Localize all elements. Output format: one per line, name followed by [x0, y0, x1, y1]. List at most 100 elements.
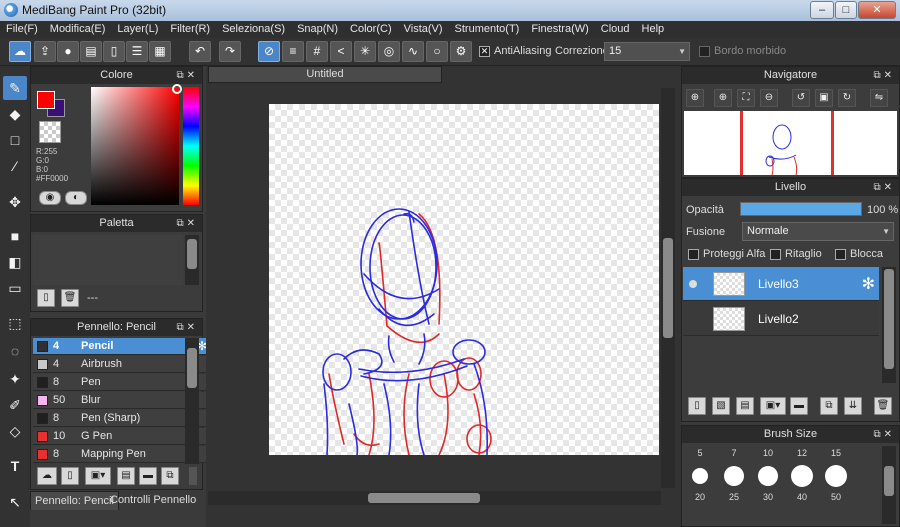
new-brush-icon[interactable]: ▯ — [61, 467, 79, 485]
menu-select[interactable]: Seleziona(S) — [216, 21, 291, 38]
zoom-fit-icon[interactable]: ⊕ — [686, 89, 704, 107]
canvas-vscroll-thumb[interactable] — [663, 238, 673, 338]
drawing-canvas[interactable] — [269, 104, 659, 455]
reset-rotation-icon[interactable]: ▣ — [815, 89, 833, 107]
menu-cloud[interactable]: Cloud — [595, 21, 636, 38]
menu-tool[interactable]: Strumento(T) — [449, 21, 526, 38]
chat-icon[interactable]: ▤ — [80, 41, 102, 62]
palette-scroll-thumb[interactable] — [187, 239, 197, 269]
rotate-left-icon[interactable]: ↺ — [792, 89, 810, 107]
brush-size-cell[interactable]: 5 20 — [682, 448, 718, 510]
menu-file[interactable]: File(F) — [0, 21, 44, 38]
brush-size-scroll-thumb[interactable] — [884, 466, 894, 496]
menu-snap[interactable]: Snap(N) — [291, 21, 344, 38]
panel-controls-icon[interactable]: ⧉✕ — [176, 67, 198, 84]
share-icon[interactable]: ⇪ — [34, 41, 56, 62]
palette-scrollbar[interactable] — [185, 235, 199, 285]
eraser-tool-icon[interactable]: ◆ — [3, 102, 27, 126]
transparent-color-swatch[interactable] — [39, 121, 61, 143]
visibility-icon[interactable] — [689, 280, 697, 288]
lasso-tool-icon[interactable]: ◌ — [3, 339, 27, 363]
select-eraser-tool-icon[interactable]: ◇ — [3, 419, 27, 443]
canvas-hscroll-thumb[interactable] — [368, 493, 480, 503]
grid-snap-icon[interactable]: # — [306, 41, 328, 62]
close-button[interactable]: ✕ — [858, 1, 896, 19]
panel-controls-icon[interactable]: ⧉✕ — [873, 426, 895, 443]
undo-icon[interactable]: ↶ — [189, 41, 211, 62]
zoom-in-icon[interactable]: ⊕ — [714, 89, 732, 107]
cloud-download-icon[interactable]: ☁ — [37, 467, 57, 485]
add-layer-menu-icon[interactable]: ▣▾ — [760, 397, 786, 415]
brush-size-cell[interactable]: 7 25 — [716, 448, 752, 510]
layer-list-empty-area[interactable] — [683, 337, 879, 383]
grid-layout-icon[interactable]: ▦ — [149, 41, 171, 62]
move-tool-icon[interactable]: ✥ — [3, 190, 27, 214]
hue-slider[interactable] — [183, 87, 199, 205]
radial-snap-icon[interactable]: ✳ — [354, 41, 376, 62]
tab-brush-controls[interactable]: Controlli Pennello — [106, 491, 200, 510]
folder-icon[interactable]: ▬ — [790, 397, 808, 415]
comment-icon[interactable]: ● — [57, 41, 79, 62]
brush-properties-icon[interactable]: ▤ — [117, 467, 135, 485]
panel-controls-icon[interactable]: ⧉✕ — [873, 179, 895, 196]
menu-view[interactable]: Vista(V) — [398, 21, 449, 38]
snap-settings-icon[interactable]: ⚙ — [450, 41, 472, 62]
gradient-tool-icon[interactable]: ▭ — [3, 276, 27, 300]
blend-mode-select[interactable]: Normale ▼ — [742, 222, 894, 241]
flip-horizontal-icon[interactable]: ⇋ — [870, 89, 888, 107]
folder-icon[interactable]: ▬ — [139, 467, 157, 485]
redo-icon[interactable]: ↷ — [219, 41, 241, 62]
rectangle-tool-icon[interactable]: □ — [3, 128, 27, 152]
menu-color[interactable]: Color(C) — [344, 21, 398, 38]
new-8bit-layer-icon[interactable]: ▤ — [736, 397, 754, 415]
layer-item-livello2[interactable]: Livello2 — [683, 302, 879, 336]
menu-help[interactable]: Help — [636, 21, 671, 38]
more-handle[interactable] — [189, 467, 197, 485]
maximize-button[interactable]: □ — [835, 1, 857, 19]
correction-select[interactable]: 15 ▼ — [604, 42, 690, 61]
brush-size-scrollbar[interactable] — [882, 446, 896, 524]
cloud-icon[interactable]: ☁ — [9, 41, 31, 62]
trash-icon[interactable]: 🗑 — [61, 289, 79, 307]
curve-snap-icon[interactable]: ∿ — [402, 41, 424, 62]
clipping-checkbox[interactable] — [770, 249, 781, 260]
navigator-preview[interactable] — [684, 111, 897, 175]
menu-filter[interactable]: Filter(R) — [164, 21, 216, 38]
bucket-tool-icon[interactable]: ◧ — [3, 250, 27, 274]
minimize-button[interactable]: – — [810, 1, 834, 19]
select-pen-tool-icon[interactable]: ✐ — [3, 393, 27, 417]
color-wheel-icon[interactable]: ◐ — [65, 191, 87, 205]
gear-icon[interactable]: ✻ — [862, 274, 875, 294]
parallel-snap-icon[interactable]: ≡ — [282, 41, 304, 62]
document-tab[interactable]: Untitled — [208, 66, 442, 83]
menu-layer[interactable]: Layer(L) — [111, 21, 164, 38]
perspective-snap-icon[interactable]: < — [330, 41, 352, 62]
new-palette-icon[interactable]: ▯ — [37, 289, 55, 307]
layer-list-scrollbar[interactable] — [882, 267, 896, 383]
select-rect-tool-icon[interactable]: ⬚ — [3, 311, 27, 335]
brush-scroll-thumb[interactable] — [187, 348, 197, 388]
brush-size-cell[interactable]: 10 30 — [750, 448, 786, 510]
layer-item-livello3[interactable]: Livello3 ✻ — [683, 267, 879, 301]
dot-brush-tool-icon[interactable]: ⁄ — [3, 154, 27, 178]
menu-edit[interactable]: Modifica(E) — [44, 21, 112, 38]
new-layer-icon[interactable]: ▯ — [688, 397, 706, 415]
brush-size-cell[interactable]: 12 40 — [784, 448, 820, 510]
add-brush-menu-icon[interactable]: ▣▾ — [85, 467, 111, 485]
eyedropper-icon[interactable]: ◉ — [39, 191, 61, 205]
fill-rect-tool-icon[interactable]: ■ — [3, 224, 27, 248]
layer-scroll-thumb[interactable] — [884, 269, 894, 369]
magic-wand-tool-icon[interactable]: ✦ — [3, 367, 27, 391]
canvas-vertical-scrollbar[interactable] — [661, 88, 675, 488]
zoom-out-icon[interactable]: ⊖ — [760, 89, 778, 107]
list-icon[interactable]: ☰ — [126, 41, 148, 62]
brush-size-cell[interactable]: 15 50 — [818, 448, 854, 510]
antialiasing-checkbox[interactable]: ✕ — [479, 46, 490, 57]
lock-checkbox[interactable] — [835, 249, 846, 260]
fit-window-icon[interactable]: ⛶ — [737, 89, 755, 107]
protect-alpha-checkbox[interactable] — [688, 249, 699, 260]
rotate-right-icon[interactable]: ↻ — [838, 89, 856, 107]
color-picker-cursor[interactable] — [172, 84, 182, 94]
merge-down-icon[interactable]: ⇊ — [844, 397, 862, 415]
snap-off-icon[interactable]: ⊘ — [258, 41, 280, 62]
